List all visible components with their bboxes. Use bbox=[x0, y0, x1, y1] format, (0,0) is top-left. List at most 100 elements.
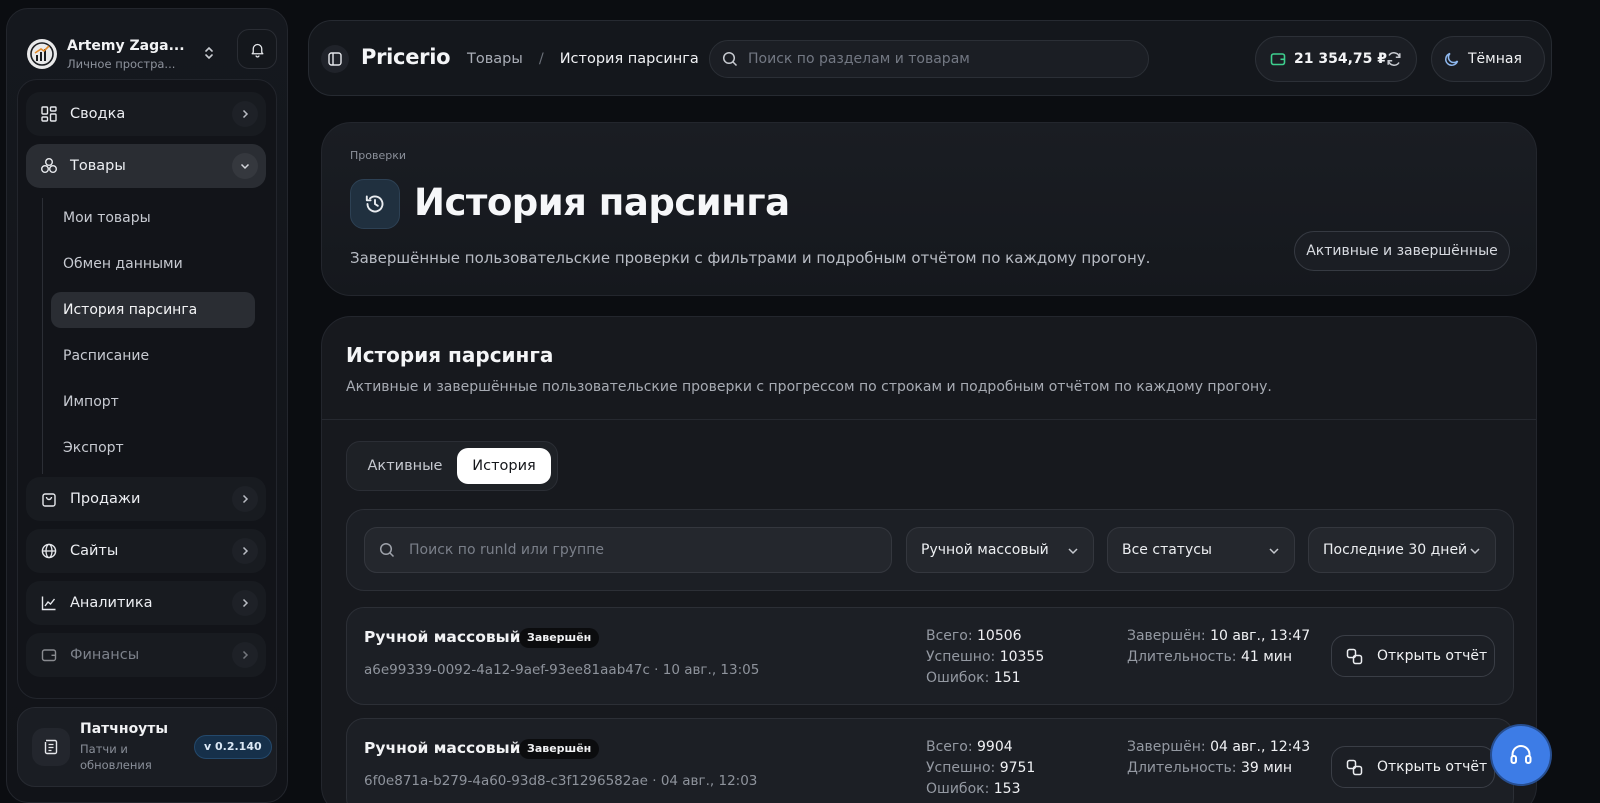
run-stats: Всего: 10506 Успешно: 10355 Ошибок: 151 bbox=[926, 626, 1044, 689]
tab-history[interactable]: История bbox=[457, 448, 551, 484]
run-search-input[interactable] bbox=[409, 542, 879, 558]
brand-logo[interactable]: Pricerio bbox=[361, 45, 451, 69]
workspace-logo-icon bbox=[27, 39, 57, 69]
period-select[interactable]: Последние 30 дней bbox=[1308, 527, 1496, 573]
chevron-right-icon bbox=[232, 101, 258, 127]
sidebar-item-analytics[interactable]: Аналитика bbox=[26, 581, 266, 625]
status-select[interactable]: Все статусы bbox=[1107, 527, 1295, 573]
success-value: 9751 bbox=[999, 760, 1036, 776]
chevron-down-icon bbox=[1268, 545, 1280, 557]
breadcrumb-current: История парсинга bbox=[559, 51, 699, 67]
open-report-button[interactable]: Открыть отчёт bbox=[1331, 746, 1495, 788]
wallet-icon bbox=[1270, 51, 1286, 67]
theme-label: Тёмная bbox=[1468, 51, 1522, 67]
chevron-right-icon bbox=[232, 538, 258, 564]
subnav-item-import[interactable]: Импорт bbox=[51, 384, 255, 420]
chevron-right-icon bbox=[232, 590, 258, 616]
chevron-updown-icon bbox=[203, 45, 215, 61]
version-badge: v 0.2.140 bbox=[194, 735, 272, 759]
sidebar-item-label: Финансы bbox=[70, 647, 140, 663]
refresh-icon[interactable] bbox=[1386, 51, 1402, 67]
page-description: Завершённые пользовательские проверки с … bbox=[350, 249, 1151, 267]
finished-label: Завершён: bbox=[1127, 739, 1206, 755]
chevron-down-icon bbox=[232, 153, 258, 179]
workspace-switcher[interactable]: Artemy Zaga... Личное простра... bbox=[27, 29, 223, 79]
sidebar-item-sites[interactable]: Сайты bbox=[26, 529, 266, 573]
subnav-item-schedule[interactable]: Расписание bbox=[51, 338, 255, 374]
globe-icon bbox=[40, 542, 58, 560]
type-select-value: Ручной массовый bbox=[921, 542, 1049, 558]
products-subnav: Мои товары Обмен данными История парсинг… bbox=[42, 198, 258, 474]
patchnotes-title: Патчноуты bbox=[80, 721, 169, 737]
notifications-button[interactable] bbox=[237, 29, 277, 69]
finished-value: 04 авг., 12:43 bbox=[1210, 739, 1311, 755]
breadcrumb-separator: / bbox=[538, 51, 544, 67]
sidebar-item-label: Аналитика bbox=[70, 595, 153, 611]
page-eyebrow: Проверки bbox=[350, 149, 407, 162]
sidebar-item-label: Товары bbox=[70, 158, 126, 174]
finished-label: Завершён: bbox=[1127, 628, 1206, 644]
total-value: 9904 bbox=[977, 739, 1013, 755]
run-name: Ручной массовый bbox=[364, 739, 521, 757]
top-bar: Pricerio Товары / История парсинга 21 35… bbox=[308, 20, 1552, 96]
search-icon bbox=[722, 51, 738, 67]
global-search bbox=[709, 40, 1149, 78]
success-value: 10355 bbox=[999, 649, 1045, 665]
chart-icon bbox=[40, 594, 58, 612]
page-header-card: Проверки История парсинга Завершённые по… bbox=[321, 122, 1537, 296]
run-meta: 6f0e871a-b279-4a60-93d8-c3f1296582ae · 0… bbox=[364, 773, 758, 789]
sidebar-item-finance[interactable]: Финансы bbox=[26, 633, 266, 677]
duration-value: 41 мин bbox=[1240, 649, 1293, 665]
open-report-label: Открыть отчёт bbox=[1377, 648, 1488, 664]
run-stats: Всего: 9904 Успешно: 9751 Ошибок: 153 bbox=[926, 737, 1035, 800]
subnav-item-my-products[interactable]: Мои товары bbox=[51, 200, 255, 236]
global-search-input[interactable] bbox=[748, 51, 1128, 67]
tab-active[interactable]: Активные bbox=[353, 448, 457, 484]
run-meta: a6e99339-0092-4a12-9aef-93ee81aab47c · 1… bbox=[364, 662, 760, 678]
open-report-button[interactable]: Открыть отчёт bbox=[1331, 635, 1495, 677]
theme-toggle-button[interactable]: Тёмная bbox=[1431, 36, 1545, 82]
bell-icon bbox=[249, 41, 266, 58]
sidebar-item-products[interactable]: Товары bbox=[26, 144, 266, 188]
finished-value: 10 авг., 13:47 bbox=[1210, 628, 1311, 644]
status-badge: Завершён bbox=[519, 628, 600, 648]
breadcrumb-parent[interactable]: Товары bbox=[467, 51, 523, 67]
scroll-icon bbox=[32, 728, 70, 766]
subnav-item-export[interactable]: Экспорт bbox=[51, 430, 255, 466]
subnav-item-parsing-history[interactable]: История парсинга bbox=[51, 292, 255, 328]
support-button[interactable] bbox=[1492, 726, 1550, 784]
page-title: История парсинга bbox=[414, 181, 790, 224]
sidebar-toggle-button[interactable] bbox=[321, 45, 349, 73]
open-report-label: Открыть отчёт bbox=[1377, 759, 1488, 775]
chevron-down-icon bbox=[1067, 545, 1079, 557]
sidebar-item-sales[interactable]: Продажи bbox=[26, 477, 266, 521]
filters-bar: Ручной массовый Все статусы Последние 30… bbox=[346, 509, 1514, 591]
errors-value: 151 bbox=[993, 670, 1021, 686]
workspace-subtitle: Личное простра... bbox=[67, 56, 176, 71]
type-select[interactable]: Ручной массовый bbox=[906, 527, 1094, 573]
errors-label: Ошибок: bbox=[926, 670, 990, 686]
run-search bbox=[364, 527, 892, 573]
moon-icon bbox=[1444, 51, 1460, 67]
patchnotes-card[interactable]: Патчноуты Патчи и обновления v 0.2.140 bbox=[17, 707, 277, 787]
chevron-down-icon bbox=[1469, 545, 1481, 557]
products-icon bbox=[40, 157, 58, 175]
sidebar-nav: Сводка Товары Мои товары Обмен данными И… bbox=[17, 79, 277, 699]
dashboard-icon bbox=[40, 105, 58, 123]
status-badge: Завершён bbox=[519, 739, 600, 759]
duration-label: Длительность: bbox=[1127, 649, 1237, 665]
search-icon bbox=[379, 542, 395, 558]
total-value: 10506 bbox=[977, 628, 1022, 644]
sidebar-item-label: Сайты bbox=[70, 543, 119, 559]
sidebar-item-summary[interactable]: Сводка bbox=[26, 92, 266, 136]
errors-label: Ошибок: bbox=[926, 781, 990, 797]
errors-value: 153 bbox=[993, 781, 1021, 797]
success-label: Успешно: bbox=[926, 649, 996, 665]
duration-value: 39 мин bbox=[1240, 760, 1293, 776]
scope-pill: Активные и завершённые bbox=[1294, 231, 1510, 271]
run-card: Ручной массовый Завершён a6e99339-0092-4… bbox=[346, 607, 1514, 705]
chevron-right-icon bbox=[232, 642, 258, 668]
duration-label: Длительность: bbox=[1127, 760, 1237, 776]
subnav-item-data-exchange[interactable]: Обмен данными bbox=[51, 246, 255, 282]
run-timing: Завершён: 10 авг., 13:47 Длительность: 4… bbox=[1127, 626, 1310, 668]
